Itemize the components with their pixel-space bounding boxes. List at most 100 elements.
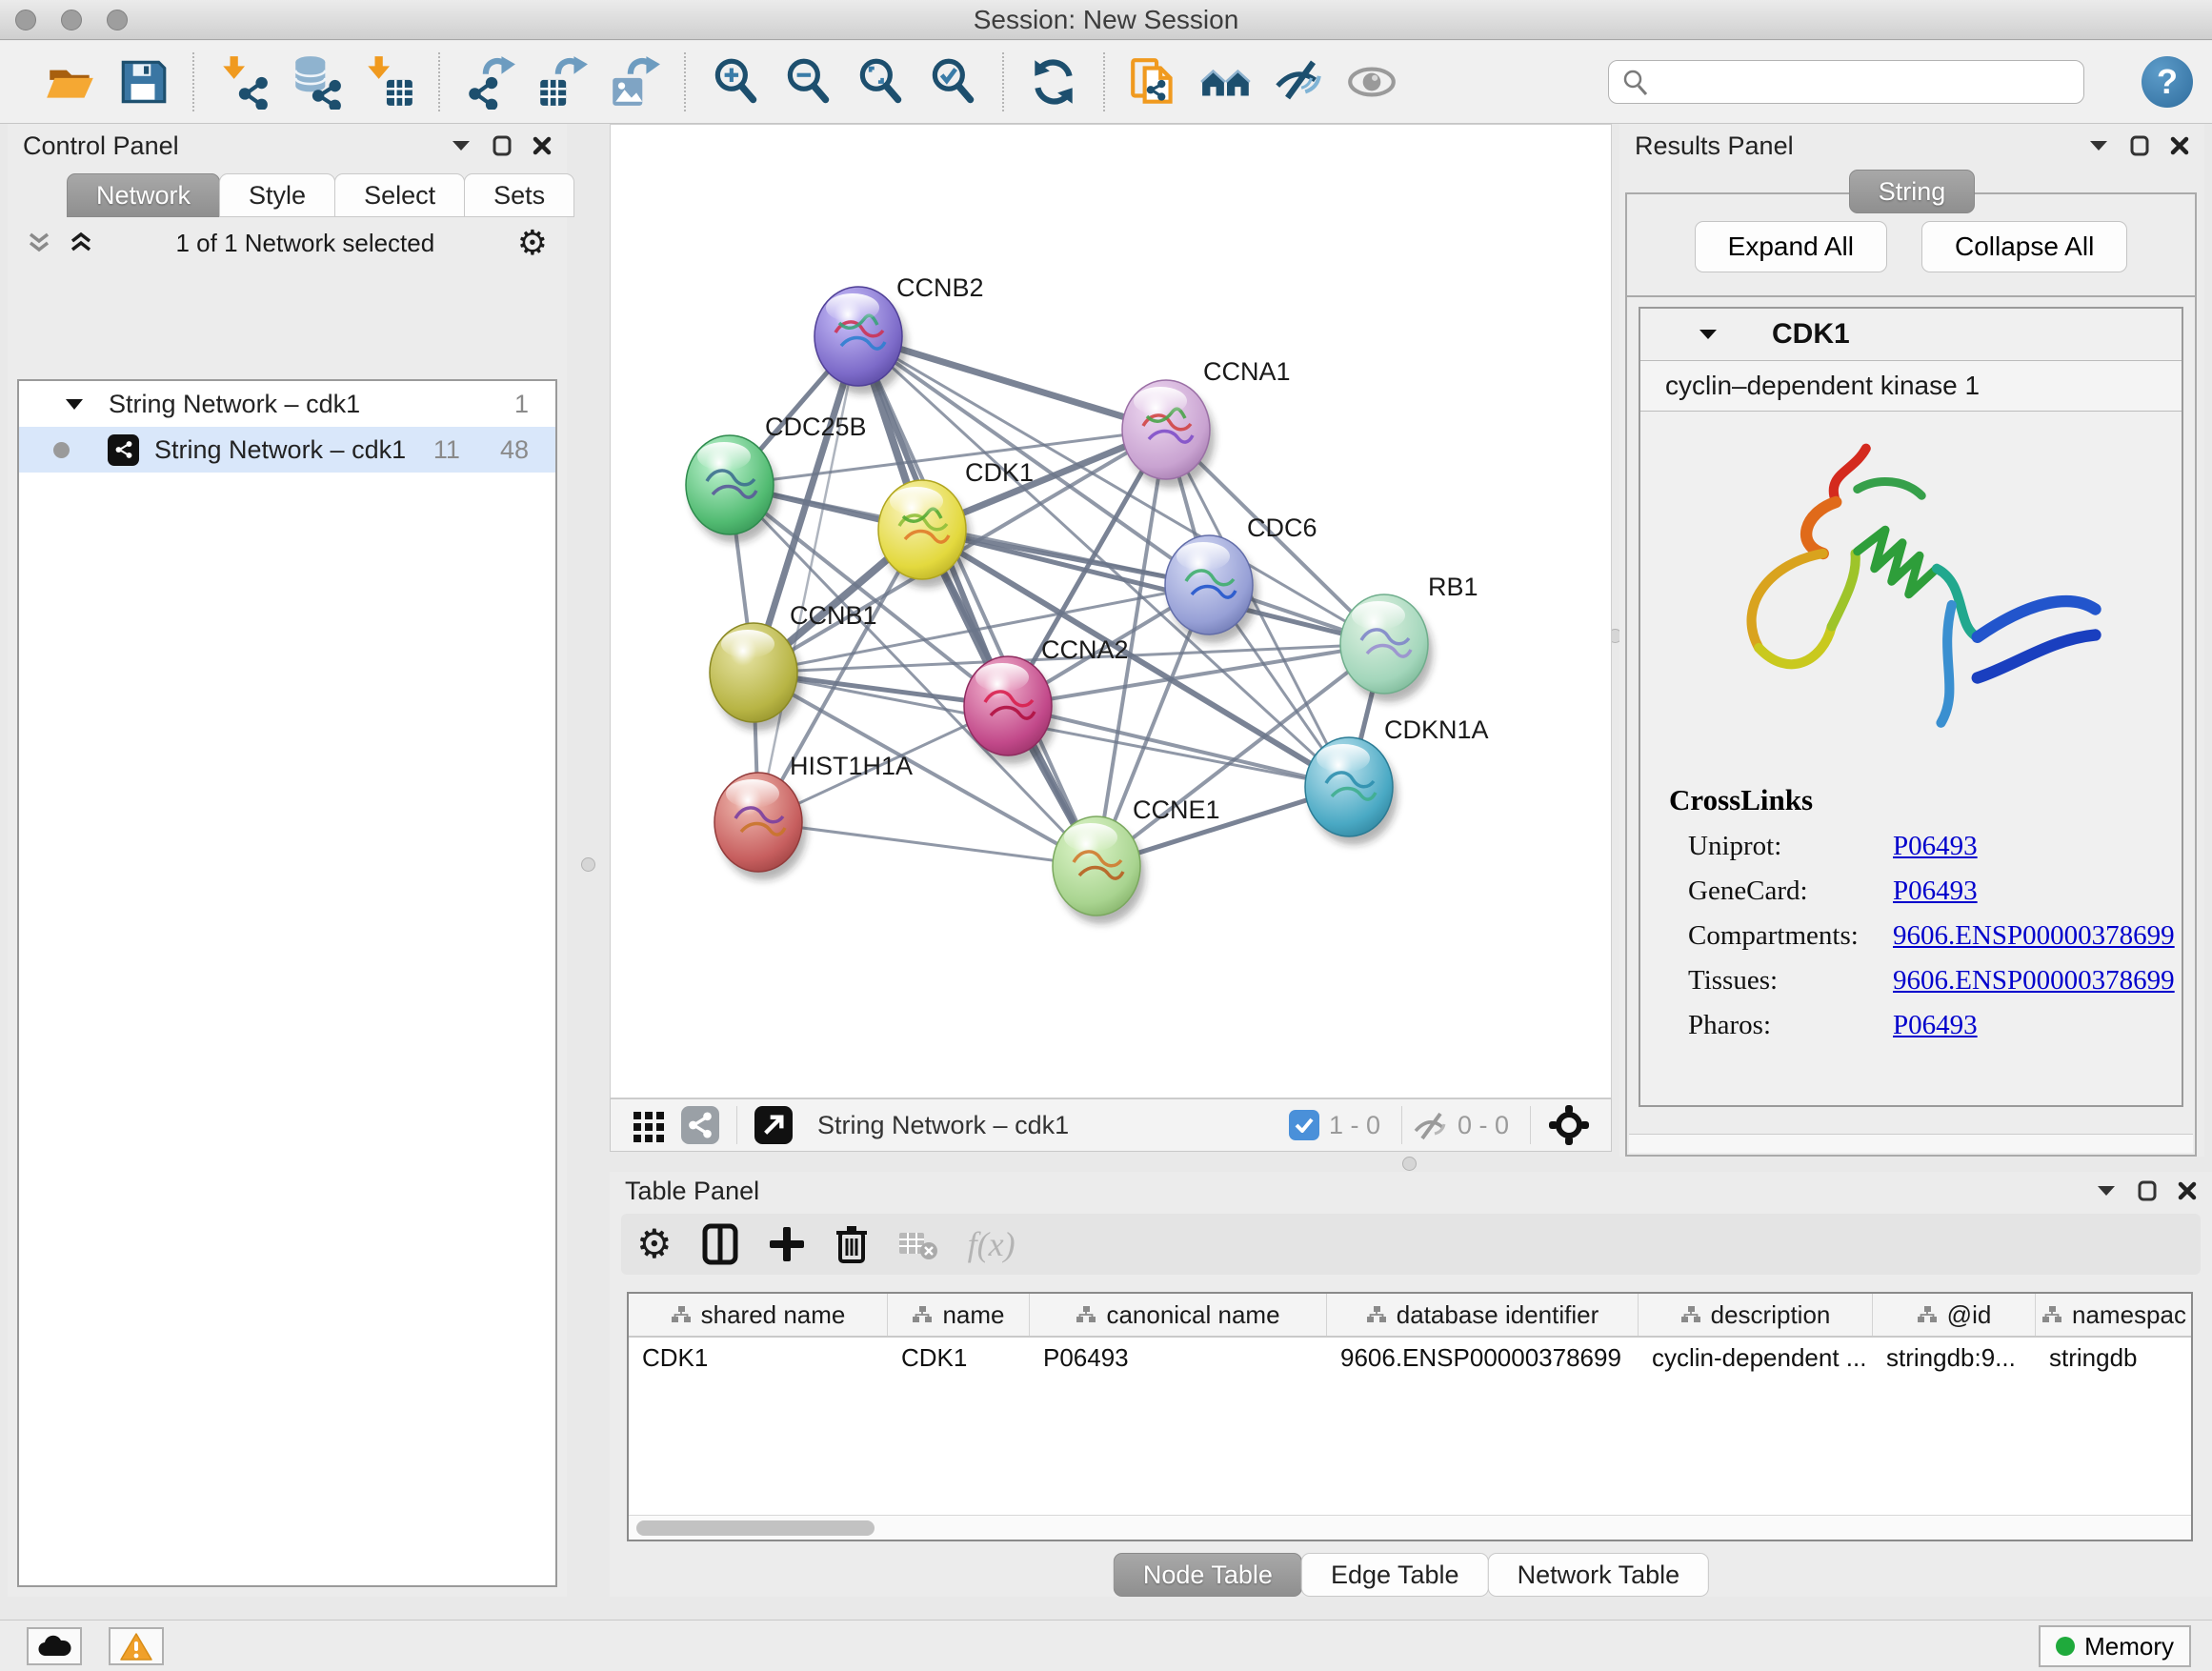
graph-edge-CCNB2-HIST1H1A[interactable] [758, 336, 858, 822]
column-header-@id[interactable]: @id [1873, 1294, 2036, 1336]
column-header-canonical-name[interactable]: canonical name [1030, 1294, 1327, 1336]
collapse-all-button[interactable]: Collapse All [1921, 221, 2127, 272]
graph-node-CDKN1A[interactable] [1305, 737, 1398, 845]
import-network-button[interactable] [216, 54, 271, 110]
graph-node-RB1[interactable] [1340, 594, 1433, 702]
table-cell[interactable]: stringdb [2036, 1338, 2193, 1379]
graph-node-HIST1H1A[interactable] [714, 773, 807, 880]
table-panel-float-button[interactable] [2138, 1178, 2157, 1203]
graph-node-CCNA1[interactable] [1122, 380, 1215, 488]
memory-button[interactable]: Memory [2039, 1625, 2191, 1667]
tab-select[interactable]: Select [334, 173, 465, 217]
hide-selected-button[interactable] [1272, 54, 1327, 110]
table-cell[interactable]: 9606.ENSP00000378699 [1327, 1338, 1639, 1379]
string-network-badge-icon [108, 434, 139, 466]
show-all-networks-button[interactable] [1199, 54, 1255, 110]
graph-node-CCNA2[interactable] [964, 656, 1056, 764]
crosslink-link[interactable]: 9606.ENSP00000378699 [1893, 965, 2175, 997]
detach-view-button[interactable] [754, 1106, 793, 1144]
control-panel-float-button[interactable] [493, 133, 512, 158]
table-panel-close-button[interactable] [2178, 1178, 2197, 1203]
crosslink-link[interactable]: P06493 [1893, 876, 1978, 907]
network-collection-row[interactable]: String Network – cdk1 1 [19, 381, 555, 427]
tab-network-table[interactable]: Network Table [1488, 1553, 1710, 1597]
crosslink-link[interactable]: P06493 [1893, 831, 1978, 862]
table-cell[interactable]: CDK1 [629, 1338, 888, 1379]
results-panel-menu-button[interactable] [2088, 133, 2109, 158]
tab-network[interactable]: Network [67, 173, 220, 217]
export-network-button[interactable] [462, 54, 517, 110]
network-canvas[interactable]: CCNB2CCNA1CDC25BCDK1CDC6RB1CCNB1CCNA2CDK… [610, 124, 1612, 1098]
table-cell[interactable]: P06493 [1030, 1338, 1327, 1379]
tab-style[interactable]: Style [219, 173, 335, 217]
grid-view-button[interactable] [632, 1106, 666, 1144]
scrollbar-thumb[interactable] [636, 1520, 875, 1536]
selected-items-checkbox[interactable] [1289, 1110, 1319, 1140]
graph-edge-HIST1H1A-CCNE1[interactable] [758, 822, 1096, 866]
graph-node-CCNB2[interactable] [814, 287, 907, 394]
export-image-button[interactable] [607, 54, 662, 110]
tab-sets[interactable]: Sets [464, 173, 574, 217]
network-row-selected[interactable]: String Network – cdk1 11 48 [19, 427, 555, 473]
table-row[interactable]: CDK1CDK1P064939606.ENSP00000378699cyclin… [629, 1338, 2191, 1379]
graph-edge-CCNB2-CCNE1[interactable] [858, 336, 1096, 866]
export-table-button[interactable] [534, 54, 590, 110]
horizontal-splitter-handle[interactable] [1402, 1157, 1417, 1171]
copy-network-button[interactable] [1127, 54, 1182, 110]
collection-expand-icon[interactable] [65, 398, 84, 411]
expand-all-networks-button[interactable] [69, 231, 93, 255]
create-column-button[interactable] [768, 1222, 806, 1266]
crosslink-link[interactable]: P06493 [1893, 1010, 1978, 1041]
crosslink-label: Compartments: [1688, 920, 1893, 952]
import-table-button[interactable] [361, 54, 416, 110]
table-options-gear-button[interactable]: ⚙ [636, 1222, 673, 1266]
zoom-in-button[interactable] [708, 54, 763, 110]
column-header-name[interactable]: name [888, 1294, 1030, 1336]
table-cell[interactable]: CDK1 [888, 1338, 1030, 1379]
warnings-button[interactable] [109, 1627, 164, 1665]
results-panel-close-button[interactable] [2170, 133, 2189, 158]
tab-string[interactable]: String [1849, 170, 1976, 213]
control-panel-menu-button[interactable] [451, 133, 472, 158]
control-panel-close-button[interactable] [533, 133, 552, 158]
help-button[interactable]: ? [2142, 56, 2193, 108]
graph-edge-CCNA2-CDKN1A[interactable] [1008, 706, 1349, 787]
zoom-fit-button[interactable] [853, 54, 908, 110]
delete-column-button[interactable] [835, 1222, 869, 1266]
import-network-from-database-button[interactable] [289, 54, 344, 110]
table-panel-menu-button[interactable] [2096, 1178, 2117, 1203]
zoom-selected-button[interactable] [925, 54, 980, 110]
cloud-status-button[interactable] [27, 1627, 82, 1665]
column-header-namespac[interactable]: namespac [2036, 1294, 2193, 1336]
results-scrollbar[interactable] [1629, 1134, 2193, 1153]
results-panel-float-button[interactable] [2130, 133, 2149, 158]
birds-eye-view-button[interactable] [1548, 1106, 1590, 1144]
show-columns-button[interactable] [701, 1222, 739, 1266]
table-cell[interactable]: cyclin-dependent ... [1639, 1338, 1873, 1379]
export-table-icon [534, 54, 590, 110]
column-header-database-identifier[interactable]: database identifier [1327, 1294, 1639, 1336]
refresh-button[interactable] [1026, 54, 1081, 110]
expand-all-button[interactable]: Expand All [1695, 221, 1887, 272]
graph-node-CDC25B[interactable] [686, 435, 778, 543]
save-session-button[interactable] [115, 54, 171, 110]
network-share-view-button[interactable] [681, 1106, 719, 1144]
zoom-out-button[interactable] [780, 54, 835, 110]
column-header-description[interactable]: description [1639, 1294, 1873, 1336]
graph-node-CCNE1[interactable] [1053, 816, 1145, 924]
show-selected-button[interactable] [1344, 54, 1399, 110]
open-session-button[interactable] [43, 54, 98, 110]
network-options-gear-button[interactable]: ⚙ [517, 226, 548, 260]
protein-section-collapse-icon[interactable] [1698, 328, 1719, 341]
graph-node-CDC6[interactable] [1165, 535, 1257, 643]
graph-node-CDK1[interactable] [878, 480, 971, 588]
column-header-shared-name[interactable]: shared name [629, 1294, 888, 1336]
tab-node-table[interactable]: Node Table [1114, 1553, 1302, 1597]
hidden-items-eye-slash-icon [1412, 1110, 1448, 1140]
left-splitter-handle[interactable] [581, 857, 595, 872]
crosslink-link[interactable]: 9606.ENSP00000378699 [1893, 920, 2175, 952]
collapse-all-networks-button[interactable] [27, 231, 51, 255]
tab-edge-table[interactable]: Edge Table [1301, 1553, 1489, 1597]
search-input[interactable] [1608, 60, 2084, 104]
table-cell[interactable]: stringdb:9... [1873, 1338, 2036, 1379]
